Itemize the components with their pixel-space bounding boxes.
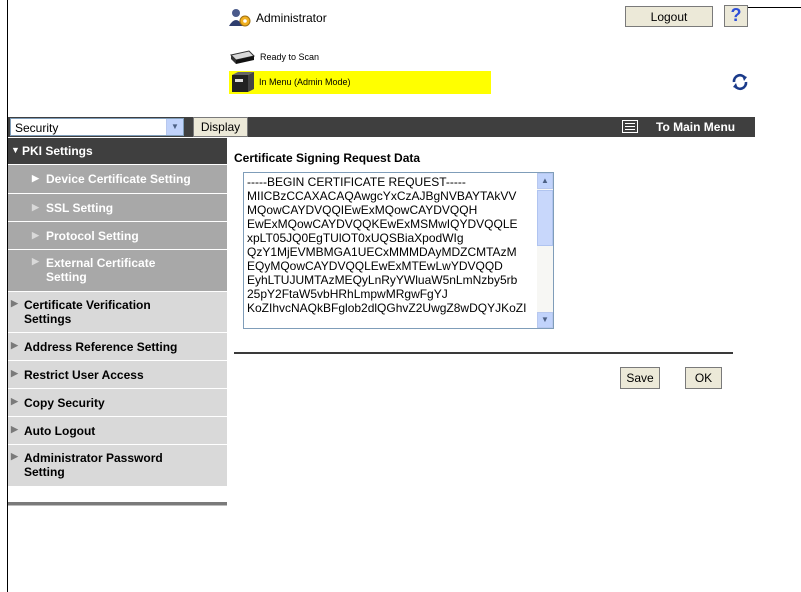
help-icon[interactable]: ? (724, 5, 748, 27)
sidebar-item-label: Auto Logout (24, 424, 96, 438)
sidebar-item-pki-settings[interactable]: ▼ PKI Settings (8, 138, 227, 165)
category-select[interactable]: Security ▼ (10, 118, 184, 136)
sidebar-divider-shadow (8, 505, 227, 506)
logout-button[interactable]: Logout (625, 6, 713, 27)
sidebar-item-device-certificate-setting[interactable]: ▶ Device Certificate Setting (8, 165, 227, 194)
csr-text[interactable]: -----BEGIN CERTIFICATE REQUEST----- MIIC… (247, 175, 537, 327)
scrollbar-thumb[interactable] (537, 190, 553, 246)
triangle-right-icon: ▶ (11, 424, 18, 434)
sidebar-item-restrict-user-access[interactable]: ▶ Restrict User Access (8, 361, 227, 389)
main-menu-icon (622, 120, 638, 133)
sidebar-item-auto-logout[interactable]: ▶ Auto Logout (8, 417, 227, 445)
sidebar-item-copy-security[interactable]: ▶ Copy Security (8, 389, 227, 417)
sidebar-item-label: Address Reference Setting (24, 340, 178, 354)
category-select-value: Security (15, 121, 59, 135)
triangle-right-icon: ▶ (11, 298, 18, 308)
csr-textarea[interactable]: -----BEGIN CERTIFICATE REQUEST----- MIIC… (243, 172, 554, 329)
save-button[interactable]: Save (620, 367, 660, 389)
scroll-down-icon[interactable]: ▼ (537, 312, 553, 328)
sidebar-item-label: Copy Security (24, 396, 105, 410)
sidebar-item-label: Restrict User Access (24, 368, 144, 382)
sidebar-item-label: SSL Setting (46, 201, 114, 215)
menu-status-text: In Menu (Admin Mode) (259, 77, 351, 87)
sidebar-item-protocol-setting[interactable]: ▶ Protocol Setting (8, 222, 227, 250)
user-name: Administrator (256, 11, 327, 25)
ok-button[interactable]: OK (685, 367, 722, 389)
menu-status-bar: In Menu (Admin Mode) (229, 71, 491, 94)
sidebar: ▼ PKI Settings ▶ Device Certificate Sett… (8, 138, 227, 487)
triangle-down-icon: ▼ (11, 145, 20, 155)
triangle-right-icon: ▶ (32, 256, 39, 266)
sidebar-item-label: Certificate Verification Settings (24, 298, 151, 326)
content-divider (234, 352, 733, 354)
scan-status: Ready to Scan (260, 52, 320, 62)
sidebar-item-label: External Certificate Setting (46, 256, 156, 284)
scroll-up-icon[interactable]: ▲ (537, 173, 553, 189)
sidebar-item-external-certificate-setting[interactable]: ▶ External Certificate Setting (8, 250, 227, 292)
frame-top-border (743, 7, 801, 8)
mfp-device-icon (232, 72, 254, 92)
triangle-right-icon: ▶ (11, 451, 18, 461)
triangle-right-icon: ▶ (32, 230, 39, 240)
sidebar-item-ssl-setting[interactable]: ▶ SSL Setting (8, 194, 227, 222)
sidebar-item-certificate-verification-settings[interactable]: ▶ Certificate Verification Settings (8, 292, 227, 333)
scanner-icon (230, 50, 255, 64)
triangle-right-icon: ▶ (11, 340, 18, 350)
sidebar-item-label: Administrator Password Setting (24, 451, 163, 479)
sidebar-item-label: Device Certificate Setting (46, 172, 191, 186)
triangle-right-icon: ▶ (32, 173, 39, 183)
sidebar-item-label: Protocol Setting (46, 229, 139, 243)
triangle-right-icon: ▶ (32, 202, 39, 212)
triangle-right-icon: ▶ (11, 368, 18, 378)
sidebar-item-administrator-password-setting[interactable]: ▶ Administrator Password Setting (8, 445, 227, 487)
chevron-down-icon[interactable]: ▼ (166, 119, 183, 135)
page-title: Certificate Signing Request Data (234, 151, 421, 165)
display-button[interactable]: Display (193, 117, 248, 137)
triangle-right-icon: ▶ (11, 396, 18, 406)
vertical-scrollbar[interactable]: ▲ ▼ (537, 173, 553, 328)
refresh-icon[interactable] (731, 73, 749, 91)
sidebar-item-label: PKI Settings (22, 144, 93, 158)
admin-user-icon (229, 9, 251, 27)
to-main-menu-label: To Main Menu (656, 120, 736, 134)
sidebar-item-address-reference-setting[interactable]: ▶ Address Reference Setting (8, 333, 227, 361)
